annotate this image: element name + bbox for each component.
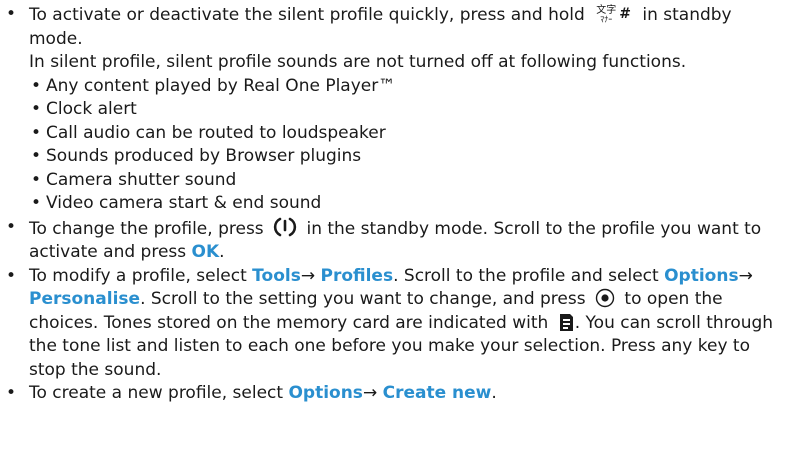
menu-create-new: Create new [382,383,492,404]
change-text-start: To change the profile, press [29,218,264,239]
bullet-mark: • [6,216,17,237]
exception-item: • Clock alert [0,98,797,122]
exception-item: • Video camera start & end sound [0,192,797,216]
hash-key-icon: 文字 ﾏﾅｰ # [596,3,631,27]
exception-text: Video camera start & end sound [46,193,322,214]
menu-options: Options [664,265,739,286]
exception-text: Camera shutter sound [46,169,237,190]
menu-options: Options [288,383,363,404]
menu-tools: Tools [252,265,301,286]
exception-text: Any content played by Real One Player™ [46,75,396,96]
power-key-icon [273,217,297,236]
change-text-end: . [219,242,225,263]
key-label-bottom: ﾏﾅｰ [600,14,613,24]
key-symbol: # [619,6,631,22]
menu-personalise: Personalise [29,289,141,310]
menu-arrow: → [362,383,378,404]
menu-profiles: Profiles [320,265,394,286]
bullet-mark: • [6,265,17,286]
select-key-icon [595,288,615,308]
bullet-change-profile: • To change the profile, press in the st… [0,216,797,265]
create-text-start: To create a new profile, select [29,383,284,404]
bullet-modify-profile: • To modify a profile, select Tools→ Pro… [0,265,797,383]
bullet-mark: • [31,99,42,120]
bullet-silent-profile: • To activate or deactivate the silent p… [0,3,797,51]
bullet-mark: • [31,169,42,190]
modify-text-b: . Scroll to the profile and select [393,265,659,286]
exception-item: • Any content played by Real One Player™ [0,75,797,99]
menu-arrow: → [738,265,753,286]
bullet-mark: • [6,383,17,404]
bullet-mark: • [31,75,42,96]
silent-note: In silent profile, silent profile sounds… [29,52,687,73]
exception-text: Sounds produced by Browser plugins [46,146,362,167]
exception-text: Call audio can be routed to loudspeaker [46,122,386,143]
key-label-top: 文字 [596,4,617,16]
exception-item: • Camera shutter sound [0,169,797,193]
exception-item: • Sounds produced by Browser plugins [0,145,797,169]
exception-item: • Call audio can be routed to loudspeaker [0,122,797,146]
bullet-create-profile: • To create a new profile, select Option… [0,382,797,406]
menu-arrow: → [300,265,316,286]
bullet-mark: • [31,122,42,143]
manual-page: • To activate or deactivate the silent p… [0,0,797,454]
create-text-end: . [491,383,497,404]
exception-text: Clock alert [46,99,137,120]
bullet-mark: • [31,193,42,214]
bullet-mark: • [6,4,17,24]
memory-card-icon [559,313,573,331]
modify-text-c: . Scroll to the setting you want to chan… [140,289,586,310]
silent-text-start: To activate or deactivate the silent pro… [29,5,585,26]
bullet-mark: • [31,146,42,167]
modify-text-start: To modify a profile, select [29,265,247,286]
ok-key-label: OK [191,242,220,263]
